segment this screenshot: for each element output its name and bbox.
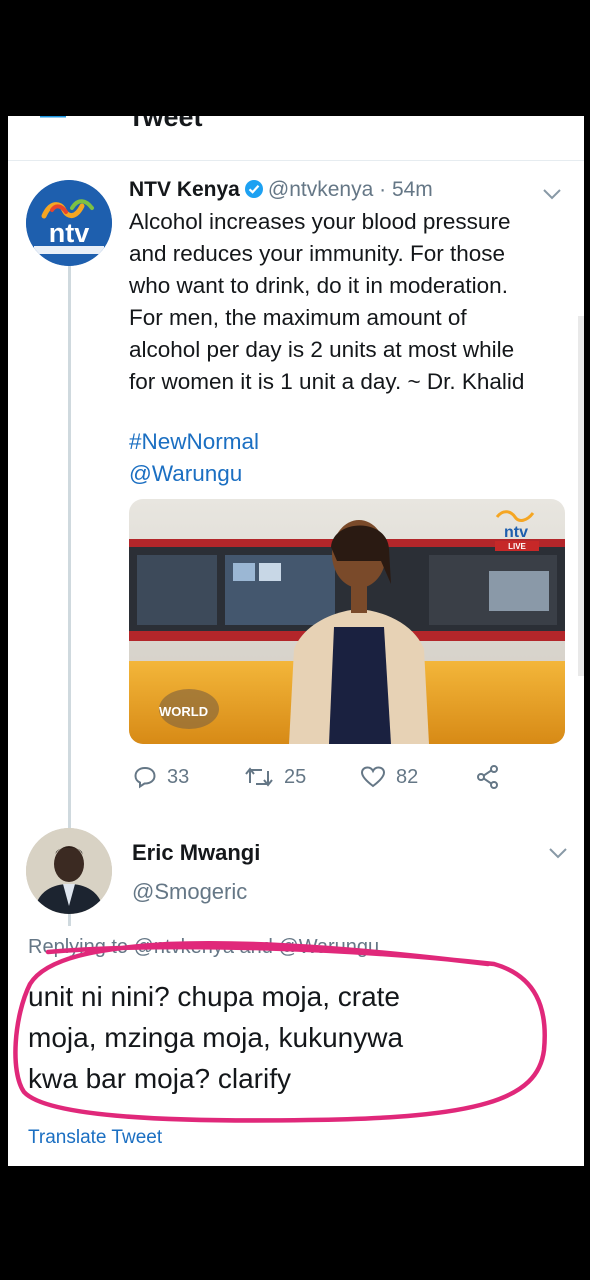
thread-connector xyxy=(68,266,71,926)
retweet-count: 25 xyxy=(284,765,307,788)
reply-line: unit ni nini? chupa moja, crate xyxy=(28,981,400,1012)
tweet-line: alcohol per day is 2 units at most while xyxy=(129,337,515,362)
reply-button[interactable]: 33 xyxy=(133,762,189,792)
show-logo-text: WORLD xyxy=(159,704,208,719)
like-button[interactable]: 82 xyxy=(360,762,418,792)
tweet-line: and reduces your immunity. For those xyxy=(129,241,505,266)
reply-icon xyxy=(134,766,156,789)
like-count: 82 xyxy=(396,765,419,788)
tweet-line: For men, the maximum amount of xyxy=(129,305,467,330)
mention-link[interactable]: @Warungu xyxy=(129,458,242,490)
tweet-line: who want to drink, do it in moderation. xyxy=(129,273,508,298)
back-arrow-icon[interactable] xyxy=(36,116,72,130)
tweet-time[interactable]: 54m xyxy=(392,178,433,201)
share-button[interactable] xyxy=(475,762,511,792)
reply-author-name[interactable]: Eric Mwangi xyxy=(132,838,260,868)
eric-avatar[interactable] xyxy=(26,828,112,914)
page-title: Tweet xyxy=(128,116,203,132)
chevron-down-icon[interactable] xyxy=(548,847,568,859)
tweet-actions: 33 25 82 xyxy=(129,762,569,792)
author-name[interactable]: NTV Kenya xyxy=(129,178,240,201)
share-icon xyxy=(477,765,498,789)
reply-line: moja, mzinga moja, kukunywa xyxy=(28,1022,404,1053)
tweet-line: Alcohol increases your blood pressure xyxy=(129,209,511,234)
chevron-down-icon[interactable] xyxy=(542,188,562,200)
verified-badge-icon xyxy=(244,180,263,198)
author-handle[interactable]: @ntvkenya xyxy=(268,178,373,201)
reply-count: 33 xyxy=(167,765,190,788)
live-label: LIVE xyxy=(508,542,526,551)
top-bar: Tweet xyxy=(8,116,584,161)
retweet-button[interactable]: 25 xyxy=(244,762,306,792)
ntv-avatar[interactable]: ntv xyxy=(26,180,112,266)
tweet-line: for women it is 1 unit a day. ~ Dr. Khal… xyxy=(129,369,525,394)
dot-separator: · xyxy=(379,178,387,201)
reply-text: unit ni nini? chupa moja, crate moja, mz… xyxy=(28,976,568,1099)
news-studio-image: WORLD ntv LIVE xyxy=(129,499,565,744)
channel-logo-text: ntv xyxy=(504,524,528,541)
ntv-logo-text: ntv xyxy=(49,218,90,248)
tweet-screen: Tweet ntv NTV Kenya @ntvkenya · 54m Alcoh… xyxy=(8,116,584,1166)
tweet-header: NTV Kenya @ntvkenya · 54m xyxy=(129,176,433,204)
replying-to[interactable]: Replying to @ntvkenya and @Warungu xyxy=(28,934,379,960)
tweet-text: Alcohol increases your blood pressure an… xyxy=(129,206,569,398)
reply-line: kwa bar moja? clarify xyxy=(28,1063,291,1094)
translate-tweet-link[interactable]: Translate Tweet xyxy=(28,1125,162,1151)
tweet-media-image[interactable]: WORLD ntv LIVE xyxy=(129,499,565,744)
hashtag-link[interactable]: #NewNormal xyxy=(129,426,259,458)
retweet-icon xyxy=(245,767,273,787)
reply-author-handle[interactable]: @Smogeric xyxy=(132,877,247,907)
ntv-logo-icon: ntv xyxy=(26,180,112,266)
heart-icon xyxy=(360,766,386,788)
scrollbar[interactable] xyxy=(578,316,584,676)
person-avatar-icon xyxy=(26,828,112,914)
